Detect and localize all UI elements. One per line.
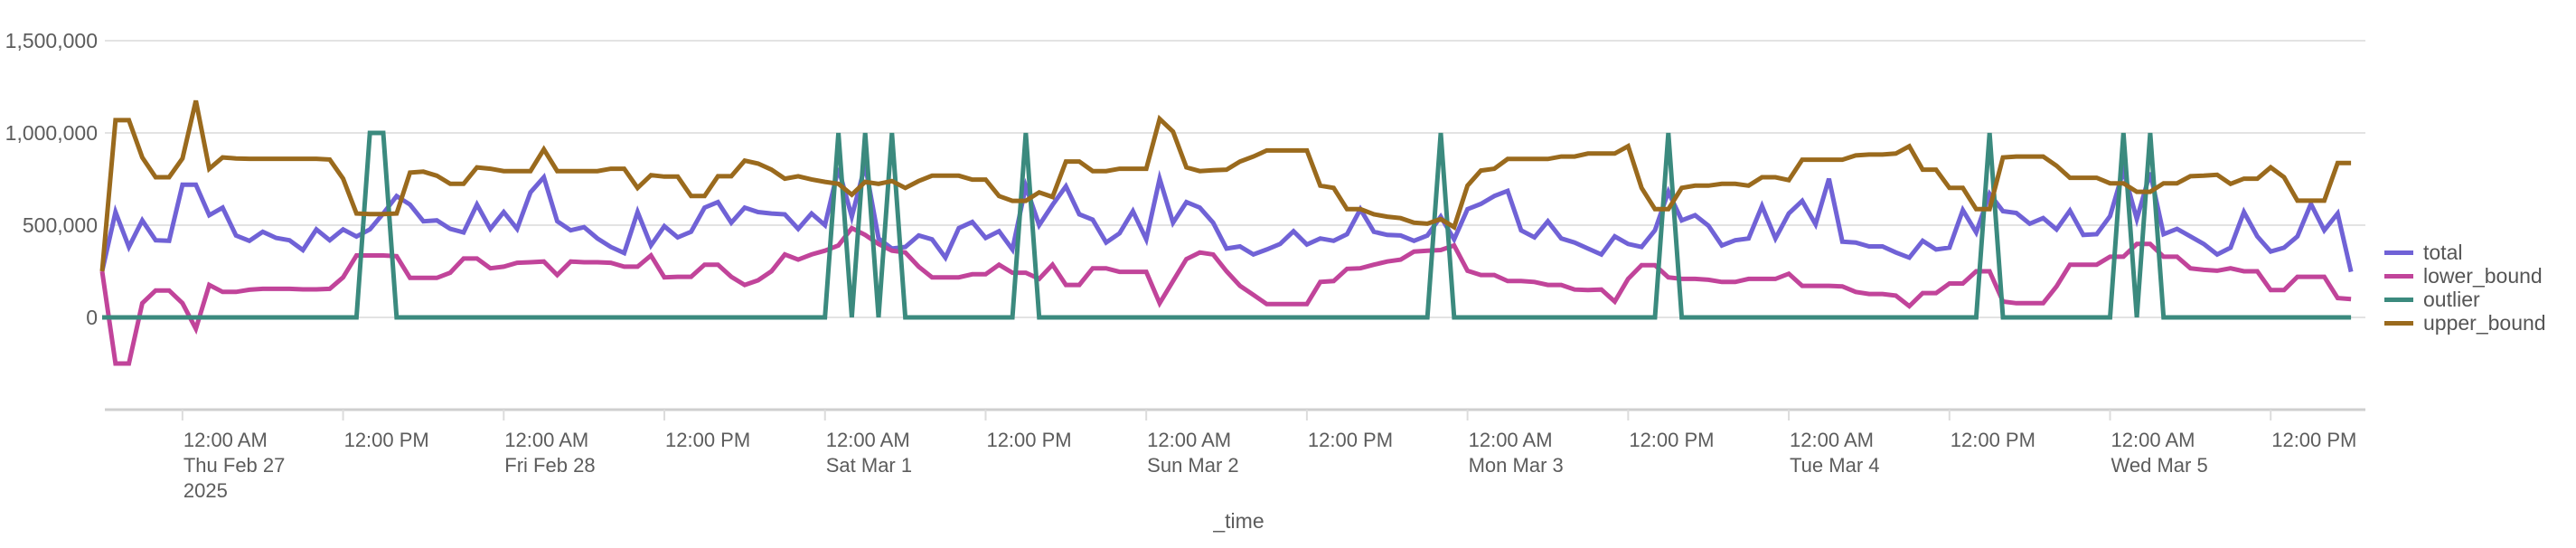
x-tick-label: 12:00 AM	[183, 429, 268, 451]
legend-swatch	[2384, 273, 2413, 279]
legend-label: total	[2423, 241, 2463, 264]
series-line-total	[99, 162, 2354, 273]
x-tick-label: 12:00 AM	[1790, 429, 1874, 451]
y-tick-label: 1,000,000	[5, 121, 98, 145]
x-tick-label: 12:00 AM	[826, 429, 910, 451]
legend-label: upper_bound	[2423, 311, 2546, 335]
legend-item-upper-bound[interactable]: upper_bound	[2384, 311, 2546, 335]
x-tick-label: 12:00 AM	[1469, 429, 1553, 451]
legend-label: lower_bound	[2423, 264, 2543, 288]
y-tick-label: 1,500,000	[5, 29, 98, 52]
x-tick-label: Sun Mar 2	[1147, 454, 1239, 477]
x-tick-label: 12:00 AM	[1147, 429, 1231, 451]
x-tick-label: Thu Feb 27	[183, 454, 286, 477]
x-tick-label: 12:00 PM	[2271, 429, 2356, 451]
legend-item-total[interactable]: total	[2384, 241, 2546, 264]
y-tick-label: 0	[86, 306, 98, 329]
x-tick-label: 12:00 PM	[1629, 429, 1714, 451]
x-tick-label: 12:00 AM	[504, 429, 588, 451]
series-lines	[99, 99, 2354, 366]
x-tick-label: 12:00 PM	[665, 429, 750, 451]
legend-swatch	[2384, 320, 2413, 326]
x-tick-label: 2025	[183, 479, 228, 502]
legend: total lower_bound outlier upper_bound	[2384, 241, 2546, 335]
x-tick-label: 12:00 PM	[986, 429, 1071, 451]
x-tick-label: 12:00 AM	[2111, 429, 2195, 451]
x-tick-label: 12:00 PM	[1951, 429, 2035, 451]
x-tick-label: Mon Mar 3	[1469, 454, 1564, 477]
x-tick-label: Sat Mar 1	[826, 454, 912, 477]
x-tick-label: Wed Mar 5	[2111, 454, 2208, 477]
x-tick-label: 12:00 PM	[1308, 429, 1393, 451]
line-chart: 0 500,000 1,000,000 1,500,000 12:00 AM Thu F…	[5, 29, 2365, 533]
legend-label: outlier	[2423, 288, 2480, 311]
legend-swatch	[2384, 250, 2413, 255]
x-axis: 12:00 AM Thu Feb 272025 12:00 PM 12:00 AM Fr…	[105, 408, 2365, 502]
x-tick-label: Fri Feb 28	[504, 454, 595, 477]
y-tick-label: 500,000	[23, 213, 98, 237]
y-axis: 0 500,000 1,000,000 1,500,000	[5, 29, 98, 329]
legend-item-outlier[interactable]: outlier	[2384, 288, 2546, 311]
x-axis-title: _time	[1212, 509, 1264, 533]
legend-item-lower-bound[interactable]: lower_bound	[2384, 264, 2546, 288]
x-tick-label: Tue Mar 4	[1790, 454, 1879, 477]
x-tick-label: 12:00 PM	[344, 429, 429, 451]
legend-swatch	[2384, 297, 2413, 302]
